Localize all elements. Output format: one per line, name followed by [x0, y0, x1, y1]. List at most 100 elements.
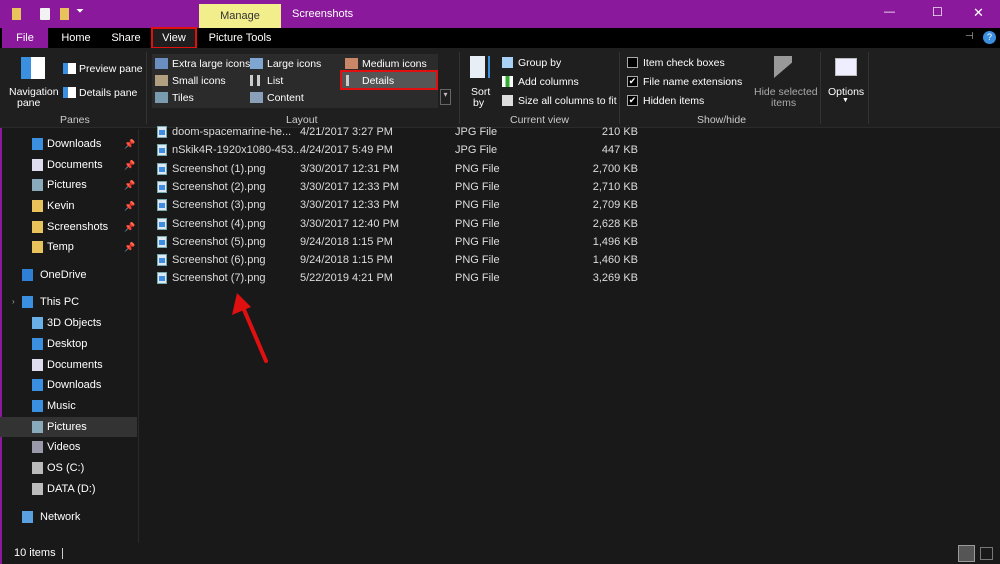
- document-icon: [32, 159, 43, 171]
- hidden-items-checkbox[interactable]: ✔: [627, 95, 638, 106]
- item-check-boxes-label[interactable]: Item check boxes: [643, 57, 725, 69]
- layout-more-button[interactable]: ▾: [440, 89, 451, 105]
- tab-view[interactable]: View: [151, 27, 197, 49]
- layout-medium-icons[interactable]: Medium icons: [362, 58, 427, 70]
- navigation-pane-label[interactable]: pane: [17, 97, 40, 109]
- file-size: 447 KB: [601, 144, 638, 157]
- file-row[interactable]: Screenshot (4).png 3/30/2017 12:40 PM PN…: [150, 215, 650, 233]
- large-icons-view-button[interactable]: [980, 547, 993, 560]
- divider: [146, 52, 147, 124]
- sidebar-item[interactable]: Music: [0, 396, 137, 416]
- tab-home[interactable]: Home: [54, 28, 98, 48]
- sidebar-item[interactable]: Temp 📌: [0, 237, 137, 257]
- expand-icon[interactable]: ›: [12, 292, 15, 312]
- tab-picture-tools[interactable]: Picture Tools: [204, 28, 276, 48]
- hide-selected-label[interactable]: items: [771, 97, 796, 109]
- pin-icon[interactable]: 📌: [124, 155, 135, 175]
- file-size: 2,709 KB: [592, 199, 638, 212]
- folder-icon: [32, 221, 43, 233]
- options-dropdown-icon[interactable]: ▼: [842, 97, 849, 104]
- sidebar-item[interactable]: Network: [0, 507, 137, 527]
- file-size: 1,460 KB: [592, 254, 638, 267]
- file-date: 4/21/2017 3:27 PM: [300, 126, 393, 138]
- layout-extra-large-icons[interactable]: Extra large icons: [172, 58, 250, 70]
- image-file-icon: [157, 199, 167, 212]
- details-pane-icon: [63, 87, 76, 98]
- sidebar-item[interactable]: Documents: [0, 355, 137, 375]
- properties-icon[interactable]: [40, 8, 50, 20]
- cloud-icon: [22, 269, 33, 281]
- file-row[interactable]: Screenshot (3).png 3/30/2017 12:33 PM PN…: [150, 196, 650, 214]
- sidebar-item[interactable]: OneDrive: [0, 265, 137, 285]
- image-file-icon: [157, 162, 167, 175]
- sidebar-item[interactable]: Downloads: [0, 375, 137, 395]
- large-icons-icon: [250, 58, 263, 69]
- file-type: PNG File: [455, 235, 500, 248]
- file-type: PNG File: [455, 272, 500, 285]
- help-icon[interactable]: ?: [983, 31, 996, 44]
- sidebar-item-label: OneDrive: [40, 269, 87, 281]
- layout-list[interactable]: List: [267, 75, 283, 87]
- preview-pane-button[interactable]: Preview pane: [79, 63, 143, 75]
- new-folder-icon[interactable]: [60, 8, 69, 20]
- minimize-button[interactable]: —: [884, 6, 895, 18]
- pin-icon[interactable]: 📌: [124, 134, 135, 154]
- file-row[interactable]: Screenshot (6).png 9/24/2018 1:15 PM PNG…: [150, 251, 650, 269]
- maximize-button[interactable]: ☐: [932, 5, 943, 19]
- group-by-icon: [502, 57, 513, 68]
- sidebar-item[interactable]: OS (C:): [0, 458, 137, 478]
- details-view-button[interactable]: [958, 545, 975, 562]
- sidebar-item[interactable]: › This PC: [0, 292, 137, 312]
- pin-icon[interactable]: 📌: [124, 196, 135, 216]
- item-check-boxes-checkbox[interactable]: [627, 57, 638, 68]
- document-icon: [32, 359, 43, 371]
- sidebar-item-label: Screenshots: [47, 221, 109, 233]
- close-button[interactable]: ✕: [973, 5, 984, 21]
- file-row[interactable]: doom-spacemarine-he... 4/21/2017 3:27 PM…: [150, 123, 650, 141]
- sidebar-item[interactable]: Screenshots 📌: [0, 217, 137, 237]
- details-label: Details: [362, 75, 395, 87]
- size-all-columns-button[interactable]: Size all columns to fit: [518, 95, 617, 107]
- sidebar-item[interactable]: Downloads 📌: [0, 134, 137, 154]
- file-row[interactable]: Screenshot (2).png 3/30/2017 12:33 PM PN…: [150, 178, 650, 196]
- sidebar-item[interactable]: 3D Objects: [0, 313, 137, 333]
- pin-ribbon-icon[interactable]: ⊣: [965, 31, 974, 42]
- sidebar-item-label: DATA (D:): [47, 483, 96, 495]
- extra-large-icons-icon: [155, 58, 168, 69]
- hidden-items-label[interactable]: Hidden items: [643, 95, 704, 107]
- sidebar-item[interactable]: Kevin 📌: [0, 196, 137, 216]
- layout-tiles[interactable]: Tiles: [172, 92, 194, 104]
- customize-qat-icon[interactable]: ⏷: [76, 6, 84, 17]
- layout-details[interactable]: Details: [340, 70, 438, 90]
- sidebar-item[interactable]: DATA (D:): [0, 479, 137, 499]
- group-by-button[interactable]: Group by: [518, 57, 561, 69]
- sort-by-label[interactable]: by: [473, 97, 484, 109]
- layout-content[interactable]: Content: [267, 92, 304, 104]
- tab-share[interactable]: Share: [104, 28, 148, 48]
- divider: [459, 52, 460, 124]
- pin-icon[interactable]: 📌: [124, 217, 135, 237]
- sidebar-item-label: This PC: [40, 296, 80, 308]
- file-size: 1,496 KB: [592, 235, 638, 248]
- layout-small-icons[interactable]: Small icons: [172, 75, 226, 87]
- sidebar-item[interactable]: Pictures: [0, 417, 137, 437]
- sidebar-item[interactable]: Pictures 📌: [0, 175, 137, 195]
- file-name-extensions-checkbox[interactable]: ✔: [627, 76, 638, 87]
- small-icons-icon: [155, 75, 168, 86]
- layout-large-icons[interactable]: Large icons: [267, 58, 321, 70]
- pin-icon[interactable]: 📌: [124, 175, 135, 195]
- file-name: Screenshot (3).png: [172, 199, 266, 212]
- details-pane-button[interactable]: Details pane: [79, 87, 137, 99]
- file-name-extensions-label[interactable]: File name extensions: [643, 76, 742, 88]
- sidebar-item[interactable]: Desktop: [0, 334, 137, 354]
- sidebar-item[interactable]: Videos: [0, 437, 137, 457]
- add-columns-button[interactable]: Add columns: [518, 76, 579, 88]
- manage-context-tab[interactable]: Manage: [199, 4, 281, 28]
- file-row[interactable]: Screenshot (1).png 3/30/2017 12:31 PM PN…: [150, 160, 650, 178]
- file-row[interactable]: Screenshot (5).png 9/24/2018 1:15 PM PNG…: [150, 233, 650, 251]
- file-type: PNG File: [455, 217, 500, 230]
- tab-file[interactable]: File: [2, 28, 48, 48]
- pin-icon[interactable]: 📌: [124, 237, 135, 257]
- sidebar-item[interactable]: Documents 📌: [0, 155, 137, 175]
- file-row[interactable]: nSkik4R-1920x1080-453... 4/24/2017 5:49 …: [150, 141, 650, 159]
